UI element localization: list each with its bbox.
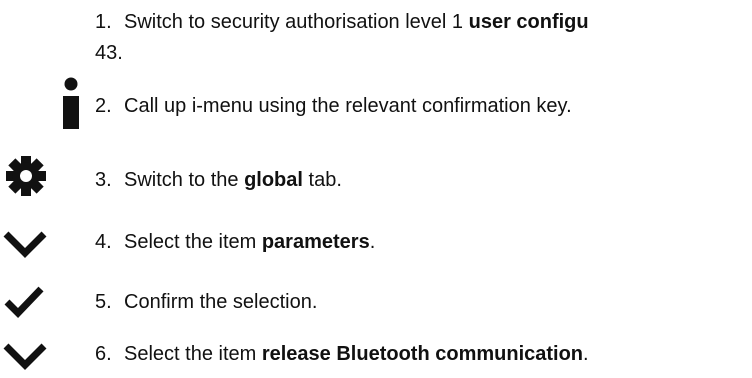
step-number: 4. <box>95 231 112 253</box>
chevron-down-icon <box>3 231 47 258</box>
step-text-before: Switch to security authorisation level 1 <box>124 11 469 33</box>
step-text: Switch to security authorisation level 1… <box>124 7 589 37</box>
step-text-bold: parameters <box>261 231 370 253</box>
step-4: 4. Select the item parameters. <box>0 227 752 267</box>
step-text-before: Switch to the <box>124 169 245 191</box>
step-2: 2. Call up i-menu using the relevant con… <box>0 77 752 131</box>
step-6: 6. Select the item release Bluetooth com… <box>0 339 752 378</box>
step-text: Select the item release Bluetooth commun… <box>124 339 589 369</box>
step-text: Switch to the global tab. <box>124 165 342 195</box>
step-text-after: . <box>369 231 376 253</box>
step-number: 1. <box>95 11 112 33</box>
step-text-bold: user configu <box>468 11 589 33</box>
step-text: Call up i-menu using the relevant confir… <box>124 91 572 121</box>
step-text-bold: release Bluetooth communication <box>261 343 584 365</box>
step-text-before: Call up i-menu using the relevant confir… <box>124 95 572 117</box>
step-text-bold: global <box>244 169 303 191</box>
checkmark-icon <box>4 286 44 319</box>
step-text-after: . <box>583 343 589 365</box>
instruction-page: 1. Switch to security authorisation leve… <box>0 0 752 378</box>
step-number: 2. <box>95 95 112 117</box>
step-continuation: 43. <box>95 42 123 64</box>
step-5: 5. Confirm the selection. <box>0 286 752 327</box>
info-i-icon <box>63 77 79 129</box>
step-text-before: Confirm the selection. <box>124 291 318 313</box>
gear-icon <box>6 156 46 196</box>
step-number: 5. <box>95 291 112 313</box>
step-1: 1. Switch to security authorisation leve… <box>0 7 752 64</box>
chevron-down-icon <box>3 343 47 370</box>
step-text: Select the item parameters. <box>124 227 375 257</box>
step-text-after: tab. <box>302 169 342 191</box>
step-text-before: Select the item <box>124 231 262 253</box>
step-text: Confirm the selection. <box>124 287 317 317</box>
step-3: 3. Switch to the global tab. <box>0 156 752 205</box>
step-number: 6. <box>95 343 112 365</box>
step-number: 3. <box>95 169 112 191</box>
step-text-before: Select the item <box>124 343 262 365</box>
